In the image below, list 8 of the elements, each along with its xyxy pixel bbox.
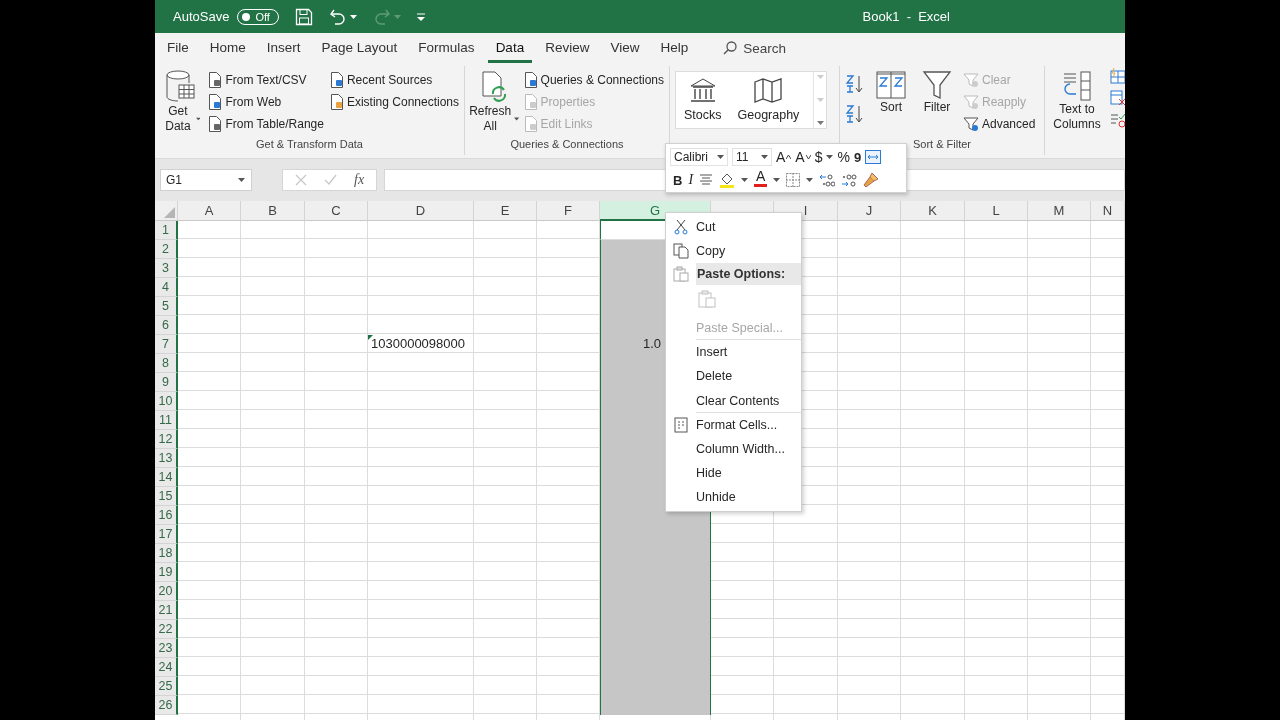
- group-label: Sort & Filter: [911, 138, 973, 152]
- group-label: Get & Transform Data: [255, 138, 364, 152]
- group-label: Queries & Connections: [509, 138, 625, 152]
- autosave-label: AutoSave: [173, 9, 230, 24]
- cell-value: 1.0: [642, 335, 661, 353]
- menu-section-header: Paste Options:: [696, 263, 801, 285]
- window-title: Book1 - Excel: [862, 9, 950, 24]
- cell-value: 1030000098000: [371, 335, 465, 353]
